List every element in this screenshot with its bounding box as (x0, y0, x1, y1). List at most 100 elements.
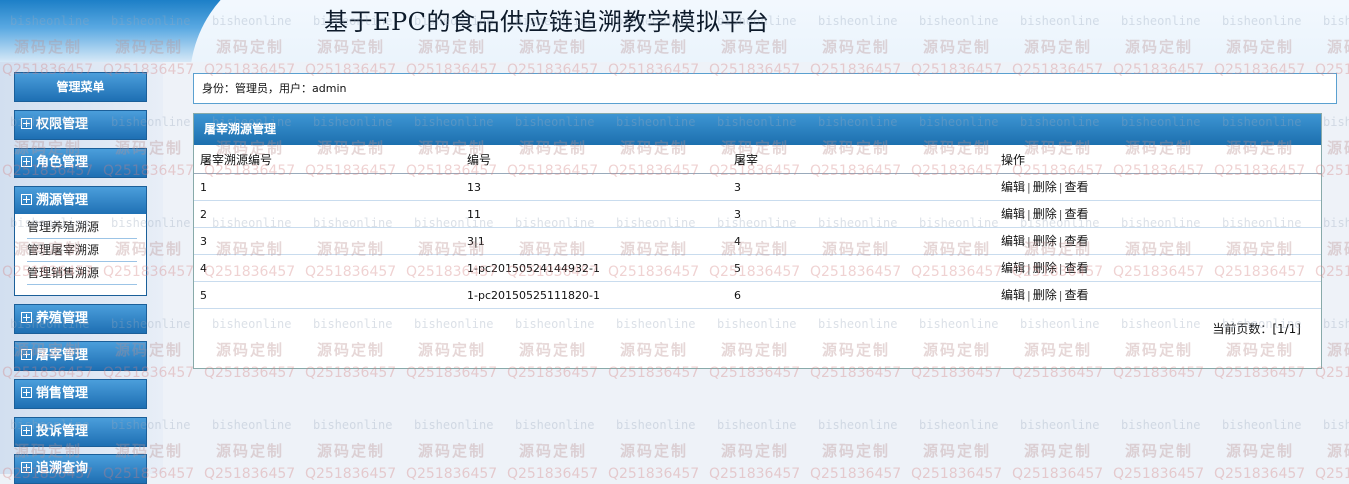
menu-group-complaint[interactable]: 投诉管理 (14, 417, 147, 447)
watermark-text: bisheonline (1323, 216, 1349, 230)
watermark-text: 源码定制 (923, 442, 992, 460)
separator: | (1027, 181, 1031, 194)
separator: | (1058, 208, 1063, 221)
watermark-text: 源码定制 (216, 442, 285, 460)
watermark-text: bisheonline (1323, 115, 1349, 129)
watermark-text: bisheonline (818, 418, 898, 432)
menu-title: 管理菜单 (14, 72, 147, 102)
watermark-text: bisheonline (717, 418, 797, 432)
view-link[interactable]: 查看 (1064, 207, 1088, 221)
column-header: 屠宰溯源编号 (200, 153, 273, 167)
edit-link[interactable]: 编辑 (1001, 261, 1025, 275)
watermark-text: Q251836457 (406, 466, 498, 482)
watermark-text: bisheonline (1323, 317, 1349, 331)
edit-link[interactable]: 编辑 (1001, 288, 1025, 302)
edit-link[interactable]: 编辑 (1001, 207, 1025, 221)
cell-code: 13 (467, 181, 481, 194)
menu-group-slaughter[interactable]: 屠宰管理 (14, 341, 147, 371)
cell-code: 3|1 (467, 235, 485, 248)
table-row: 3 3|1 4 编辑 | 删除 | 查看 (194, 228, 1321, 255)
watermark-text: bisheonline (212, 418, 292, 432)
column-header: 屠宰 (734, 153, 759, 167)
menu-group-label: 销售管理 (36, 386, 89, 401)
cell-trace-id: 5 (200, 289, 207, 302)
column-header: 操作 (1001, 153, 1026, 167)
row-actions: 编辑 | 删除 | 查看 (1001, 228, 1088, 255)
watermark-text: bisheonline (414, 418, 494, 432)
watermark-text: 源码定制 (1327, 442, 1349, 460)
watermark-text: 源码定制 (1226, 442, 1295, 460)
menu-group-sales[interactable]: 销售管理 (14, 379, 147, 409)
page-header: 基于EPC的食品供应链追溯教学模拟平台 (0, 0, 1349, 62)
watermark-text: bisheonline (1020, 418, 1100, 432)
menu-group-role[interactable]: 角色管理 (14, 148, 147, 178)
separator: | (1058, 262, 1063, 275)
page-indicator: 当前页数：[1/1] (1212, 322, 1301, 336)
cell-slaughter: 5 (734, 262, 741, 275)
watermark-text: Q251836457 (911, 466, 1003, 482)
separator: | (1027, 262, 1031, 275)
expand-plus-icon (21, 425, 32, 436)
view-link[interactable]: 查看 (1064, 288, 1088, 302)
watermark-text: 源码定制 (1327, 341, 1349, 359)
menu-group-query[interactable]: 追溯查询 (14, 454, 147, 484)
table-row: 5 1-pc20150525111820-1 6 编辑 | 删除 | 查看 (194, 282, 1321, 309)
delete-link[interactable]: 删除 (1033, 207, 1057, 221)
menu-group-label: 权限管理 (36, 117, 89, 132)
menu-group-label: 溯源管理 (36, 193, 89, 208)
menu-group-breeding[interactable]: 养殖管理 (14, 304, 147, 334)
watermark-text: 源码定制 (519, 442, 588, 460)
submenu-item-slaughter-trace[interactable]: 管理屠宰溯源 (27, 239, 137, 262)
cell-slaughter: 3 (734, 181, 741, 194)
cell-trace-id: 4 (200, 262, 207, 275)
delete-link[interactable]: 删除 (1033, 288, 1057, 302)
watermark-text: bisheonline (616, 418, 696, 432)
watermark-text: 源码定制 (822, 442, 891, 460)
watermark-text: 源码定制 (1327, 139, 1349, 157)
cell-slaughter: 6 (734, 289, 741, 302)
separator: | (1058, 235, 1063, 248)
delete-link[interactable]: 删除 (1033, 234, 1057, 248)
row-actions: 编辑 | 删除 | 查看 (1001, 282, 1088, 309)
watermark-text: bisheonline (919, 418, 999, 432)
watermark-text: Q251836457 (1214, 466, 1306, 482)
menu-group-permission[interactable]: 权限管理 (14, 110, 147, 140)
submenu-item-breeding-trace[interactable]: 管理养殖溯源 (27, 216, 137, 239)
row-actions: 编辑 | 删除 | 查看 (1001, 201, 1088, 228)
watermark-text: 源码定制 (620, 442, 689, 460)
edit-link[interactable]: 编辑 (1001, 180, 1025, 194)
delete-link[interactable]: 删除 (1033, 261, 1057, 275)
submenu-item-sales-trace[interactable]: 管理销售溯源 (27, 262, 137, 285)
expand-plus-icon (21, 156, 32, 167)
expand-plus-icon (21, 194, 32, 205)
view-link[interactable]: 查看 (1064, 180, 1088, 194)
watermark-text: 源码定制 (1024, 442, 1093, 460)
watermark-text: 源码定制 (721, 442, 790, 460)
table-row: 1 13 3 编辑 | 删除 | 查看 (194, 174, 1321, 201)
watermark-text: bisheonline (1323, 418, 1349, 432)
menu-group-label: 角色管理 (36, 155, 89, 170)
separator: | (1027, 289, 1031, 302)
column-header: 编号 (467, 153, 492, 167)
expand-plus-icon (21, 387, 32, 398)
watermark-text: Q251836457 (709, 466, 801, 482)
watermark-text: Q251836457 (507, 466, 599, 482)
row-actions: 编辑 | 删除 | 查看 (1001, 255, 1088, 282)
menu-group-trace[interactable]: 溯源管理 (14, 186, 147, 216)
view-link[interactable]: 查看 (1064, 261, 1088, 275)
table-row: 2 11 3 编辑 | 删除 | 查看 (194, 201, 1321, 228)
menu-group-label: 养殖管理 (36, 311, 89, 326)
expand-plus-icon (21, 462, 32, 473)
cell-code: 1-pc20150524144932-1 (467, 262, 600, 275)
watermark-text: Q251836457 (1012, 466, 1104, 482)
cell-trace-id: 1 (200, 181, 207, 194)
watermark-text: bisheonline (515, 418, 595, 432)
watermark-text: 源码定制 (1125, 442, 1194, 460)
view-link[interactable]: 查看 (1064, 234, 1088, 248)
delete-link[interactable]: 删除 (1033, 180, 1057, 194)
edit-link[interactable]: 编辑 (1001, 234, 1025, 248)
separator: | (1027, 235, 1031, 248)
expand-plus-icon (21, 349, 32, 360)
cell-slaughter: 4 (734, 235, 741, 248)
separator: | (1058, 289, 1063, 302)
